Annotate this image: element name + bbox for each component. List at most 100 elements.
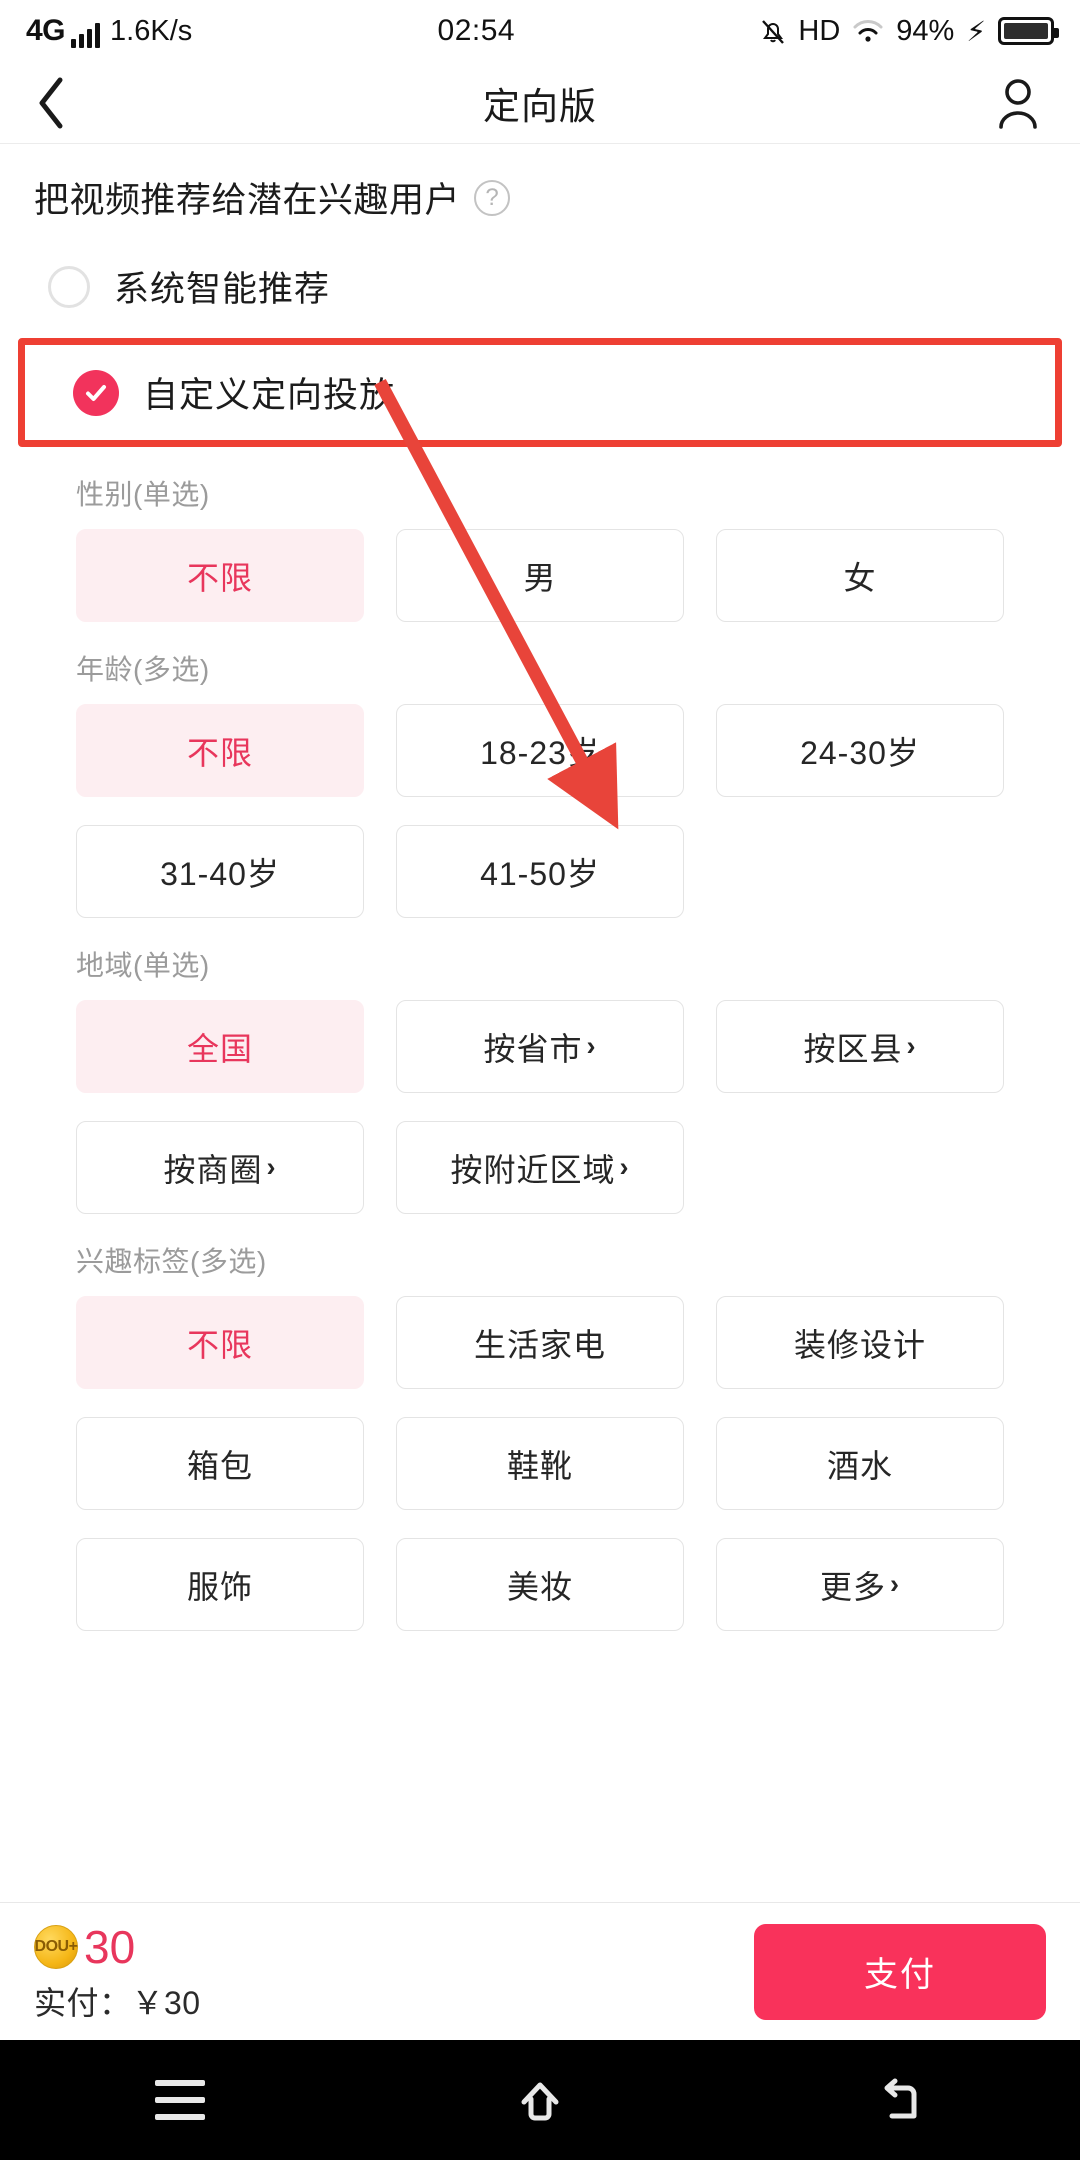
dou-plus-coin-icon: DOU+ — [34, 1924, 78, 1969]
radio-unchecked-icon — [48, 265, 90, 308]
chip-region-business-district[interactable]: 按商圈 › — [76, 1121, 364, 1214]
wifi-icon — [852, 18, 884, 44]
chip-label: 装修设计 — [793, 1326, 926, 1363]
status-bar-left: 4G 1.6K/s — [26, 14, 192, 48]
home-button[interactable] — [480, 2055, 600, 2145]
radio-checked-icon — [73, 369, 119, 416]
chip-age-18-23[interactable]: 18-23岁 — [396, 704, 684, 797]
chip-label: 全国 — [186, 1030, 253, 1067]
chip-list: 不限 18-23岁 24-30岁 31-40岁 41-50岁 — [34, 704, 1046, 918]
phone-screen: 4G 1.6K/s 02:54 HD 94% ⚡ 定向版 把视频推荐给潜在兴趣用… — [0, 0, 1080, 2160]
chip-interest-apparel[interactable]: 服饰 — [76, 1538, 364, 1631]
chip-label: 服饰 — [186, 1568, 253, 1605]
chevron-right-icon: › — [890, 1569, 900, 1599]
chip-label: 不限 — [186, 1326, 253, 1363]
menu-icon — [155, 2080, 205, 2120]
lead-text: 把视频推荐给潜在兴趣用户 — [34, 181, 461, 220]
chip-gender-any[interactable]: 不限 — [76, 529, 364, 622]
group-interest-tags: 兴趣标签(多选) 不限 生活家电 装修设计 箱包 鞋靴 酒水 服饰 美妆 更多 › — [0, 1214, 1080, 1631]
bell-off-icon — [760, 16, 786, 46]
chip-label: 美妆 — [506, 1568, 573, 1605]
lead-row: 把视频推荐给潜在兴趣用户 ? — [0, 144, 1080, 235]
chip-age-31-40[interactable]: 31-40岁 — [76, 825, 364, 918]
main-content: 把视频推荐给潜在兴趣用户 ? 系统智能推荐 自定义定向投放 性别(单选) 不限 — [0, 144, 1080, 1926]
chip-interest-drinks[interactable]: 酒水 — [716, 1417, 1004, 1510]
price-block: DOU+ 30 实付：￥30 — [34, 1920, 201, 2024]
chip-label: 按附近区域 — [450, 1151, 616, 1188]
network-type-label: 4G — [26, 14, 66, 47]
signal-bars-icon — [71, 22, 101, 48]
chip-interest-shoes[interactable]: 鞋靴 — [396, 1417, 684, 1510]
chip-interest-more[interactable]: 更多 › — [716, 1538, 1004, 1631]
chip-label: 18-23岁 — [480, 734, 600, 771]
chip-label: 按省市 — [483, 1030, 583, 1067]
page-title: 定向版 — [483, 85, 597, 127]
chip-region-nationwide[interactable]: 全国 — [76, 1000, 364, 1093]
chip-label: 不限 — [186, 734, 253, 771]
group-title: 年龄(多选) — [76, 654, 210, 685]
bottom-pay-bar: DOU+ 30 实付：￥30 支付 — [0, 1902, 1080, 2040]
network-speed-label: 1.6K/s — [110, 15, 193, 47]
chevron-right-icon: › — [906, 1031, 917, 1061]
chip-list: 不限 男 女 — [34, 529, 1046, 622]
back-arrow-icon — [884, 2078, 917, 2119]
group-gender: 性别(单选) 不限 男 女 — [0, 447, 1080, 622]
chip-label: 不限 — [186, 559, 253, 596]
chip-label: 箱包 — [186, 1447, 253, 1484]
back-nav-button[interactable] — [840, 2055, 960, 2145]
group-title: 地域(单选) — [76, 950, 210, 981]
actual-payment-label: 实付：￥30 — [34, 1984, 201, 2021]
chip-label: 按商圈 — [163, 1151, 263, 1188]
chip-interest-bags[interactable]: 箱包 — [76, 1417, 364, 1510]
mode-option-label: 系统智能推荐 — [114, 270, 331, 309]
mode-option-system[interactable]: 系统智能推荐 — [0, 235, 1080, 334]
status-bar: 4G 1.6K/s 02:54 HD 94% ⚡ — [0, 0, 1080, 62]
chip-label: 41-50岁 — [480, 855, 600, 892]
status-bar-right: HD 94% ⚡ — [760, 14, 1059, 48]
chip-label: 24-30岁 — [800, 734, 920, 771]
chip-label: 酒水 — [826, 1447, 893, 1484]
chip-label: 男 — [523, 559, 557, 596]
group-title: 性别(单选) — [76, 479, 210, 510]
group-region: 地域(单选) 全国 按省市 › 按区县 › 按商圈 › 按附近区域 › — [0, 918, 1080, 1214]
chip-list: 全国 按省市 › 按区县 › 按商圈 › 按附近区域 › — [34, 1000, 1046, 1214]
chip-interest-beauty[interactable]: 美妆 — [396, 1538, 684, 1631]
chip-region-district-county[interactable]: 按区县 › — [716, 1000, 1004, 1093]
chip-label: 按区县 — [803, 1030, 903, 1067]
mode-option-label: 自定义定向投放 — [143, 376, 396, 415]
mode-option-custom[interactable]: 自定义定向投放 — [25, 345, 1055, 440]
chip-label: 更多 — [819, 1568, 886, 1605]
home-icon — [521, 2082, 559, 2121]
chip-label: 女 — [843, 559, 877, 596]
chip-age-41-50[interactable]: 41-50岁 — [396, 825, 684, 918]
battery-icon — [998, 17, 1059, 45]
battery-percent-label: 94% — [896, 14, 955, 47]
chip-age-any[interactable]: 不限 — [76, 704, 364, 797]
android-navigation-bar — [0, 2040, 1080, 2160]
chip-region-nearby[interactable]: 按附近区域 › — [396, 1121, 684, 1214]
chevron-right-icon: › — [586, 1031, 597, 1061]
chip-label: 鞋靴 — [506, 1447, 573, 1484]
help-icon[interactable]: ? — [474, 179, 511, 216]
chevron-right-icon: › — [619, 1152, 630, 1182]
coin-amount: 30 — [84, 1920, 136, 1973]
chip-interest-home-appliances[interactable]: 生活家电 — [396, 1296, 684, 1389]
chip-label: 31-40岁 — [160, 855, 280, 892]
price-row: DOU+ 30 — [34, 1920, 201, 1974]
hd-icon: HD — [798, 14, 841, 47]
recent-apps-button[interactable] — [120, 2055, 240, 2145]
chevron-right-icon: › — [266, 1152, 277, 1182]
chip-region-province-city[interactable]: 按省市 › — [396, 1000, 684, 1093]
chip-label: 生活家电 — [473, 1326, 606, 1363]
chip-interest-interior-design[interactable]: 装修设计 — [716, 1296, 1004, 1389]
status-bar-clock: 02:54 — [437, 14, 516, 47]
chip-gender-female[interactable]: 女 — [716, 529, 1004, 622]
chip-gender-male[interactable]: 男 — [396, 529, 684, 622]
annotation-highlight-box: 自定义定向投放 — [18, 338, 1062, 447]
group-age: 年龄(多选) 不限 18-23岁 24-30岁 31-40岁 41-50岁 — [0, 622, 1080, 918]
chip-interest-any[interactable]: 不限 — [76, 1296, 364, 1389]
app-header: 定向版 — [0, 62, 1080, 144]
group-title: 兴趣标签(多选) — [76, 1246, 267, 1277]
pay-button[interactable]: 支付 — [754, 1923, 1046, 2020]
chip-age-24-30[interactable]: 24-30岁 — [716, 704, 1004, 797]
